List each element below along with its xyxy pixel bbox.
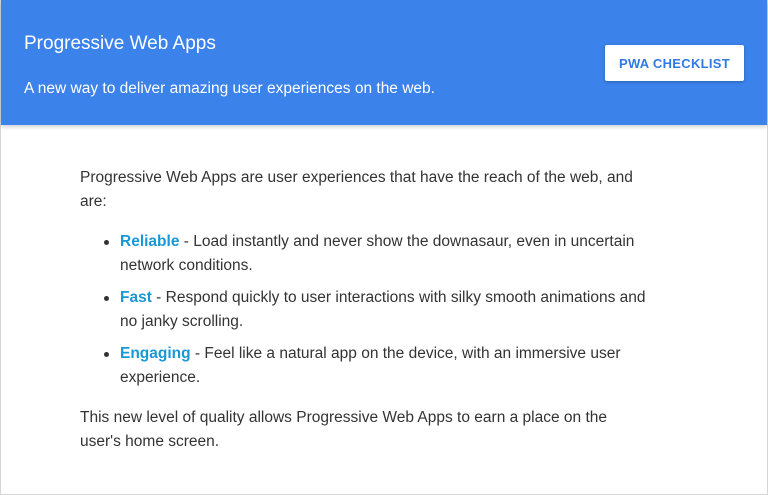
- feature-separator: -: [190, 345, 205, 362]
- fast-description: Respond quickly to user interactions wit…: [120, 289, 646, 330]
- list-item-engaging: Engaging - Feel like a natural app on th…: [80, 342, 650, 390]
- list-item-fast: Fast - Respond quickly to user interacti…: [80, 286, 650, 334]
- main-content: Progressive Web Apps are user experience…: [80, 166, 650, 454]
- page-title: Progressive Web Apps: [24, 33, 216, 54]
- feature-list: Reliable - Load instantly and never show…: [80, 230, 650, 390]
- page-subtitle: A new way to deliver amazing user experi…: [24, 80, 435, 97]
- reliable-description: Load instantly and never show the downas…: [120, 233, 635, 274]
- intro-paragraph: Progressive Web Apps are user experience…: [80, 169, 633, 210]
- pwa-checklist-button[interactable]: PWA CHECKLIST: [605, 45, 744, 81]
- engaging-link[interactable]: Engaging: [120, 345, 191, 362]
- reliable-link[interactable]: Reliable: [120, 233, 179, 250]
- list-item-reliable: Reliable - Load instantly and never show…: [80, 230, 650, 278]
- page-frame: Progressive Web Apps A new way to delive…: [0, 0, 768, 495]
- page-header: Progressive Web Apps A new way to delive…: [1, 0, 767, 125]
- bullet-icon: [104, 296, 109, 301]
- bullet-icon: [104, 240, 109, 245]
- outro-paragraph: This new level of quality allows Progres…: [80, 409, 607, 450]
- bullet-icon: [104, 352, 109, 357]
- feature-separator: -: [179, 233, 194, 250]
- feature-separator: -: [151, 289, 166, 306]
- fast-link[interactable]: Fast: [120, 289, 152, 306]
